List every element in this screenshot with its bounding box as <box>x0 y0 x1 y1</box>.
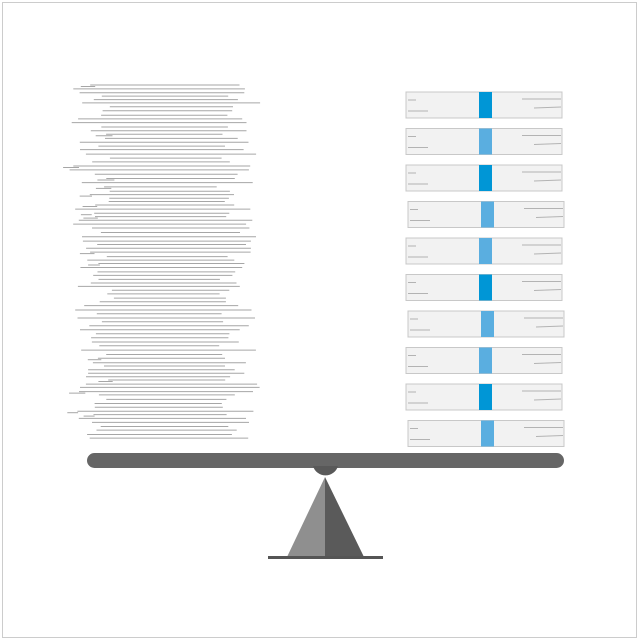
document-box <box>405 128 563 155</box>
document-box-stripe <box>481 311 494 337</box>
document-box-stripe <box>479 92 492 118</box>
illustration-frame <box>0 0 639 640</box>
document-box-stripe <box>479 384 492 410</box>
document-box-stripe <box>479 165 492 191</box>
seesaw-beam <box>87 453 564 468</box>
document-box-stripe <box>479 238 492 264</box>
fulcrum-base <box>268 556 383 559</box>
document-box-stripe <box>479 274 492 301</box>
document-box-stripe <box>481 201 494 228</box>
document-box <box>405 164 563 192</box>
seesaw-illustration <box>2 2 637 638</box>
document-box <box>405 91 563 119</box>
document-box <box>407 201 565 228</box>
document-box-stripe <box>479 128 492 155</box>
document-box <box>405 237 563 265</box>
document-box <box>407 420 565 447</box>
document-box-stripe <box>479 347 492 374</box>
document-box-stripe <box>481 420 494 447</box>
document-box <box>405 274 563 301</box>
document-box <box>405 347 563 374</box>
document-box <box>407 310 565 338</box>
document-box <box>405 383 563 411</box>
